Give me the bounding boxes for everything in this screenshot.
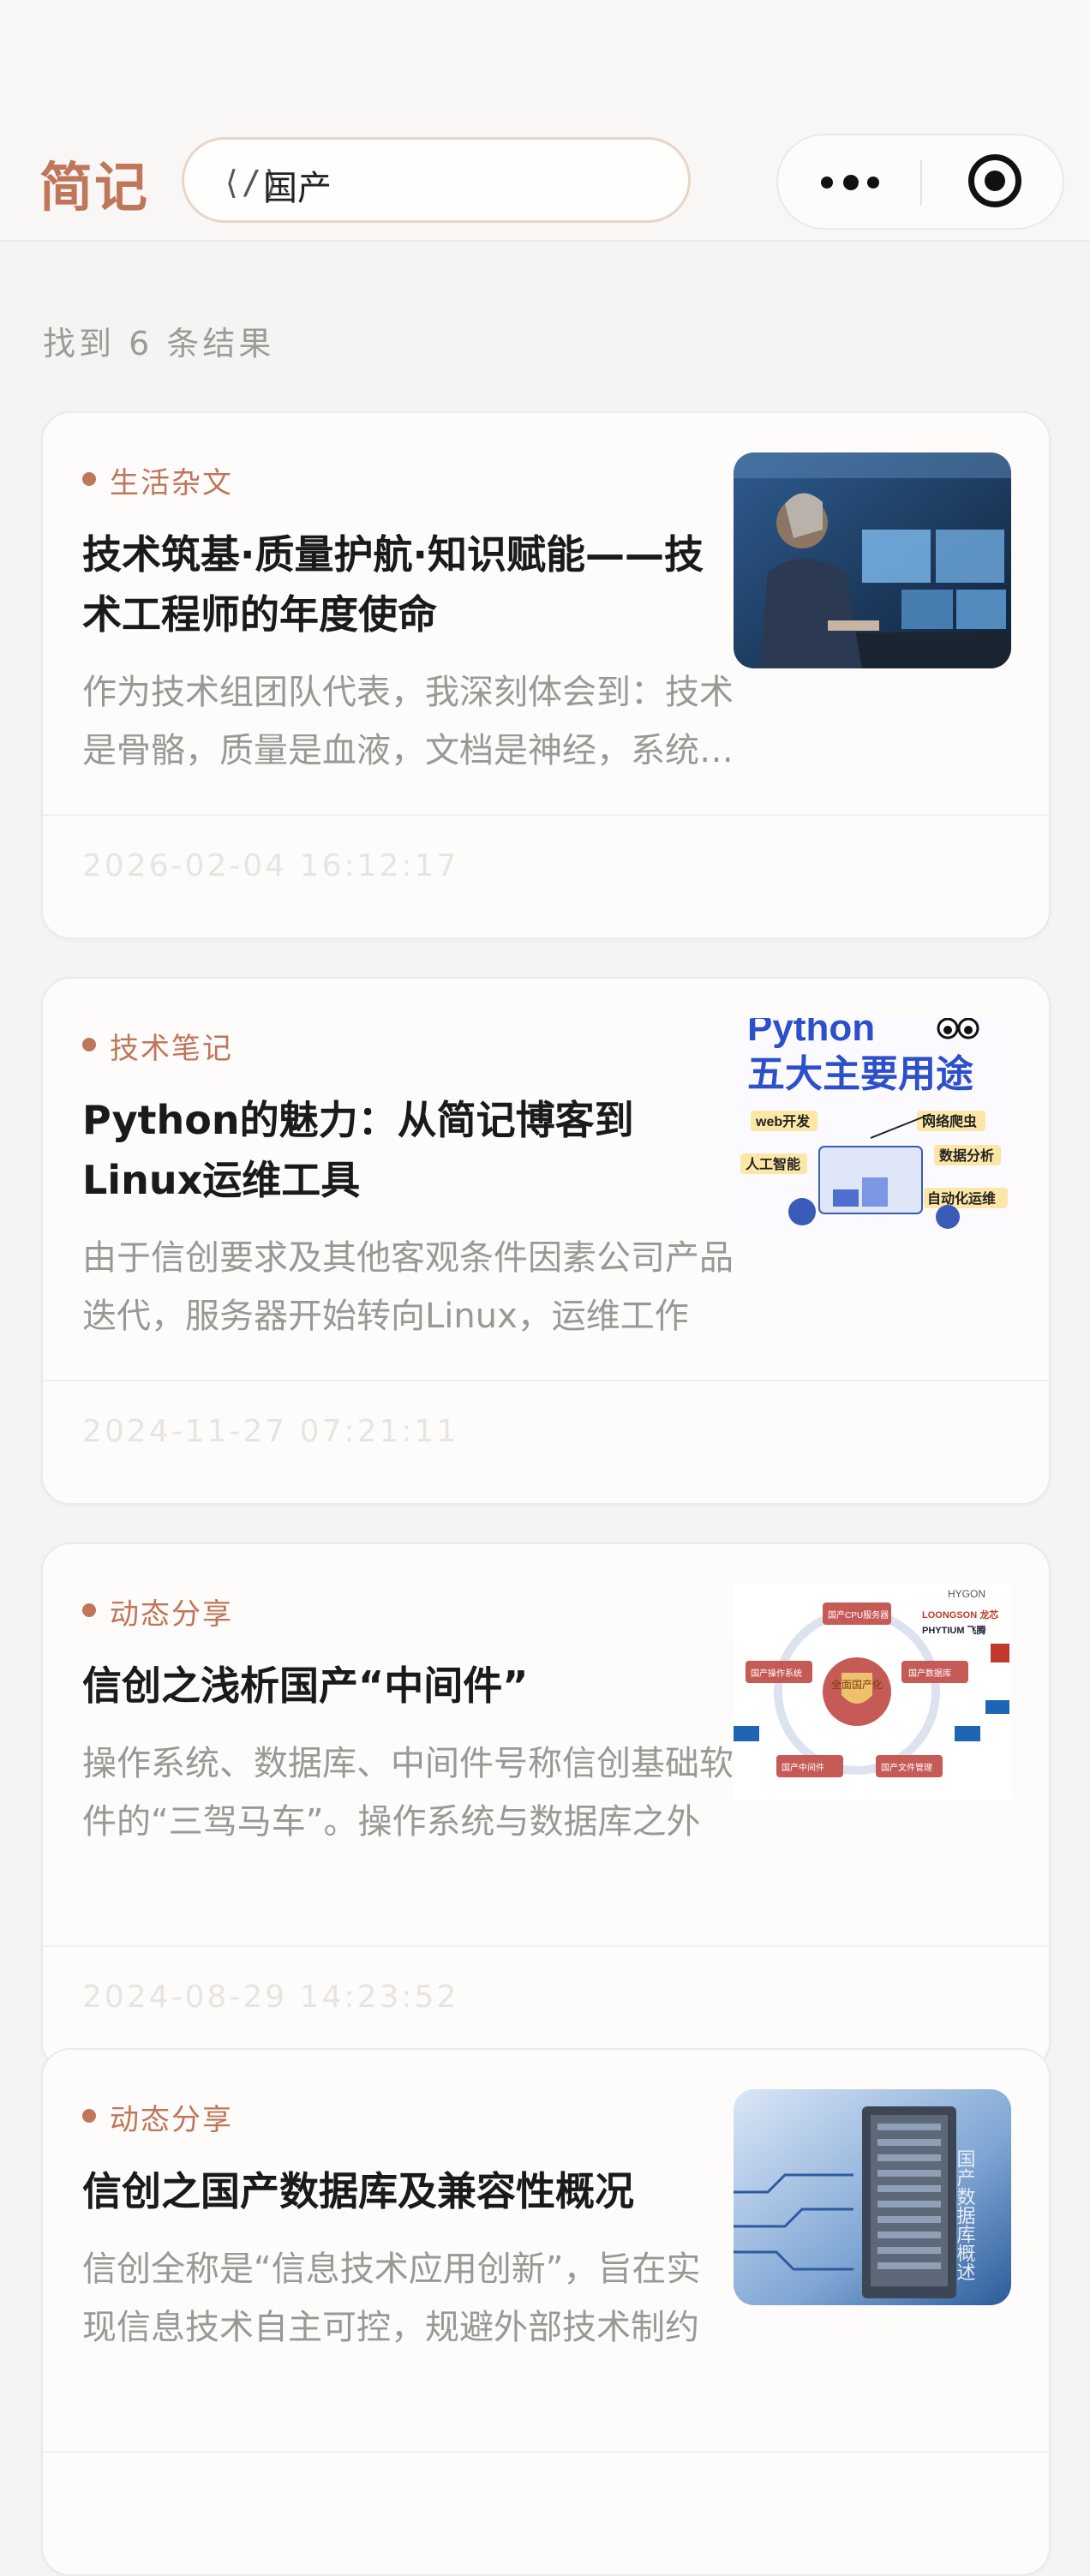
- post-date: 2026-02-04 16:12:17: [82, 848, 459, 884]
- status-bar-area: [0, 0, 1090, 120]
- tag-crawler: 网络爬虫: [922, 1113, 977, 1129]
- tag-ops: 自动化运维: [927, 1190, 996, 1207]
- mini-program-capsule: [776, 134, 1064, 230]
- post-date: 2024-11-27 07:21:11: [82, 1414, 459, 1449]
- target-close-icon-center: [985, 171, 1005, 191]
- close-button[interactable]: [922, 135, 1064, 228]
- result-card[interactable]: 生活杂文 技术筑基·质量护航·知识赋能——技术工程师的年度使命 作为技术组团队代…: [41, 411, 1051, 939]
- xinchuang-diagram-image: 全面国产化 国产CPU服务器 国产操作系统 国产数据库 国产中间件 国产文件管理…: [734, 1584, 1011, 1800]
- brand-loongson: LOONGSON 龙芯: [922, 1609, 998, 1620]
- result-count: 找到 6 条结果: [43, 325, 275, 362]
- uses-heading: 五大主要用途: [747, 1053, 973, 1095]
- node-file: 国产文件管理: [881, 1762, 932, 1773]
- app-logo[interactable]: 简记: [39, 144, 149, 221]
- card-divider: [43, 2451, 1049, 2453]
- post-title: 技术筑基·质量护航·知识赋能——技术工程师的年度使命: [82, 531, 704, 638]
- post-date: 2024-08-29 14:23:52: [82, 1980, 459, 2015]
- post-title: Python的魅力：从简记博客到Linux运维工具: [82, 1097, 634, 1203]
- tag-web: web开发: [755, 1113, 811, 1129]
- category-tag: 动态分享: [82, 1591, 233, 1632]
- card-divider: [43, 1945, 1049, 1947]
- brand-hygon: HYGON: [948, 1588, 985, 1600]
- post-title: 信创之国产数据库及兼容性概况: [82, 2168, 634, 2214]
- python-label: Python: [747, 1018, 875, 1049]
- result-card[interactable]: 动态分享 信创之浅析国产“中间件” 操作系统、数据库、中间件号称信创基础软件的“…: [41, 1543, 1051, 2070]
- search-input[interactable]: ⟨/⟩ 国产: [182, 137, 691, 223]
- more-dots-icon: [843, 175, 859, 190]
- more-button[interactable]: [778, 135, 922, 228]
- post-title: 信创之浅析国产“中间件”: [82, 1662, 529, 1709]
- node-db: 国产数据库: [908, 1668, 951, 1679]
- vertical-title: 国产数据库概述: [955, 2149, 976, 2281]
- node-middleware: 国产中间件: [782, 1762, 824, 1773]
- category-tag: 生活杂文: [82, 459, 233, 501]
- post-summary: 信创全称是“信息技术应用创新”，旨在实现信息技术自主可控，规避外部技术制约: [82, 2250, 701, 2347]
- result-card[interactable]: 技术笔记 Python的魅力：从简记博客到Linux运维工具 由于信创要求及其他…: [41, 977, 1051, 1505]
- post-summary: 操作系统、数据库、中间件号称信创基础软件的“三驾马车”。操作系统与数据库之外: [82, 1744, 734, 1842]
- engineer-at-monitors-image: [734, 452, 1011, 668]
- node-cpu: 国产CPU服务器: [828, 1609, 889, 1620]
- tag-data: 数据分析: [939, 1147, 994, 1164]
- database-server-image: 国产数据库概述: [734, 2089, 1011, 2305]
- tag-ai: 人工智能: [746, 1156, 800, 1172]
- post-summary: 由于信创要求及其他客观条件因素公司产品迭代，服务器开始转向Linux，运维工作: [82, 1238, 734, 1336]
- top-bar: 简记 ⟨/⟩ 国产: [0, 120, 1090, 242]
- card-divider: [43, 814, 1049, 816]
- card-divider: [43, 1380, 1049, 1381]
- search-query: 国产: [263, 169, 332, 208]
- brand-phytium: PHYTIUM 飞腾: [922, 1624, 987, 1636]
- post-summary: 作为技术组团队代表，我深刻体会到：技术是骨骼，质量是血液，文档是神经，系统运行良…: [82, 673, 734, 770]
- result-card[interactable]: 动态分享 信创之国产数据库及兼容性概况 信创全称是“信息技术应用创新”，旨在实现…: [41, 2048, 1051, 2576]
- more-dots-icon: [821, 177, 833, 189]
- category-tag: 技术笔记: [82, 1025, 233, 1067]
- more-dots-icon: [867, 177, 879, 189]
- node-os: 国产操作系统: [751, 1668, 802, 1679]
- center-label: 全面国产化: [831, 1678, 883, 1691]
- category-tag: 动态分享: [82, 2096, 233, 2138]
- python-uses-image: Python 五大主要用途 web开发 网络爬虫 人工智能 数据分析 自动化运维: [734, 1018, 1011, 1234]
